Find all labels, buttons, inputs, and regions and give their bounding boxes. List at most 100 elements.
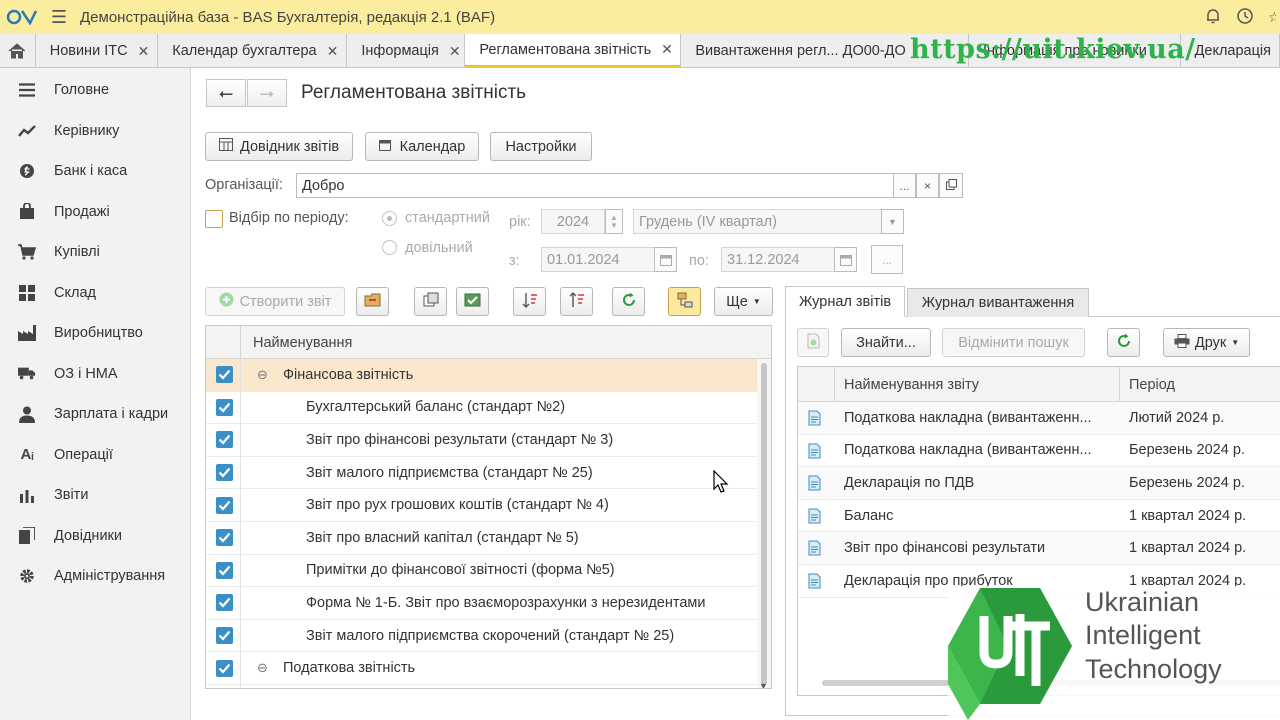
tree-row[interactable]: Бухгалтерський баланс (стандарт №2) (206, 392, 759, 425)
menu-lines-icon (18, 81, 36, 99)
to-date-input[interactable]: 31.12.2024 (721, 247, 835, 272)
org-clear-button[interactable]: × (916, 173, 939, 198)
to-label: по: (689, 253, 709, 269)
shopping-bag-icon (18, 203, 36, 221)
hamburger-menu-icon[interactable]: ☰ (44, 7, 74, 28)
history-icon[interactable] (1236, 7, 1254, 28)
tree-row[interactable]: Звіт про фінансові результати (стандарт … (206, 424, 759, 457)
tree-row[interactable]: Звіт про власний капітал (стандарт № 5) (206, 522, 759, 555)
from-date-input[interactable]: 01.01.2024 (541, 247, 655, 272)
column-header-period[interactable]: Період (1129, 377, 1175, 393)
journal-row[interactable]: Податкова накладна (вивантаженн... Березе… (798, 435, 1280, 468)
organization-input[interactable]: Добро (296, 173, 894, 198)
sidebar-item-admin[interactable]: Адміністрування (0, 556, 190, 597)
scrollbar-track[interactable]: ▼ (757, 359, 771, 688)
sidebar-item-purchases[interactable]: Купівлі (0, 232, 190, 273)
sidebar-item-assets[interactable]: ОЗ і НМА (0, 354, 190, 395)
calendar-button[interactable]: Календар (365, 132, 479, 161)
tree-row[interactable]: Декларація про прибуток (206, 685, 759, 688)
tab-report-journal[interactable]: Журнал звітів (785, 286, 905, 317)
settings-button[interactable]: Настройки (490, 132, 592, 161)
tree-row[interactable]: Звіт про рух грошових коштів (стандарт №… (206, 489, 759, 522)
org-select-button[interactable]: ... (893, 173, 916, 198)
truck-icon (18, 365, 36, 383)
journal-row[interactable]: Податкова накладна (вивантаженн... Лютий … (798, 402, 1280, 435)
sidebar-item-manager[interactable]: Керівнику (0, 111, 190, 152)
tab-calendar[interactable]: Календар бухгалтера ✕ (158, 34, 348, 67)
forward-button[interactable]: ⭢ (247, 79, 287, 107)
journal-refresh-button[interactable] (1107, 328, 1140, 357)
tree-group-row[interactable]: ⊖ Фінансова звітність (206, 359, 759, 392)
arbitrary-period-radio[interactable] (382, 240, 397, 255)
standard-period-radio[interactable] (382, 211, 397, 226)
calendar-icon[interactable] (834, 247, 857, 272)
journal-row-period: Березень 2024 р. (1129, 442, 1245, 459)
back-button[interactable]: ⭠ (206, 79, 246, 107)
sort-desc-button[interactable] (560, 287, 593, 316)
journal-row[interactable]: Звіт про фінансові результати 1 квартал 2… (798, 532, 1280, 565)
sidebar-item-warehouse[interactable]: Склад (0, 273, 190, 314)
person-icon (18, 405, 36, 423)
scrollbar-thumb[interactable] (761, 363, 767, 685)
sidebar-item-directories[interactable]: Довідники (0, 516, 190, 557)
tree-row[interactable]: Звіт малого підприємства скорочений (ста… (206, 620, 759, 653)
year-input[interactable]: 2024 (541, 209, 605, 234)
plus-circle-icon (219, 292, 234, 311)
tree-group-row[interactable]: ⊖ Податкова звітність (206, 652, 759, 685)
check-all-button[interactable] (456, 287, 489, 316)
arrow-right-icon: ⭢ (259, 82, 275, 103)
close-icon[interactable]: ✕ (327, 43, 339, 60)
close-icon[interactable]: ✕ (449, 43, 461, 60)
collapse-icon[interactable]: ⊖ (257, 367, 268, 383)
cancel-search-button[interactable]: Відмінити пошук (942, 328, 1085, 357)
journal-row[interactable]: Баланс 1 квартал 2024 р. (798, 500, 1280, 533)
tree-row[interactable]: Звіт малого підприємства (стандарт № 25) (206, 457, 759, 490)
sort-asc-button[interactable] (513, 287, 546, 316)
tab-export-journal[interactable]: Журнал вивантаження (907, 288, 1089, 317)
close-icon[interactable]: ✕ (661, 41, 673, 58)
report-directory-button[interactable]: Довідник звітів (205, 132, 353, 161)
chevron-down-icon[interactable]: ▼ (881, 209, 904, 234)
year-stepper[interactable]: ▲ ▼ (605, 209, 623, 234)
tab-info[interactable]: Інформація ✕ (347, 34, 466, 67)
find-button[interactable]: Знайти... (841, 328, 931, 357)
group-toggle-button[interactable] (668, 287, 701, 316)
period-more-button[interactable]: ... (871, 245, 903, 274)
more-menu-button[interactable]: Ще ▼ (714, 287, 773, 316)
new-doc-button[interactable] (797, 328, 829, 357)
refresh-button[interactable] (612, 287, 645, 316)
column-header-name[interactable]: Найменування (253, 335, 352, 351)
print-button[interactable]: Друк ▼ (1163, 328, 1250, 357)
sidebar-item-bank[interactable]: Банк і каса (0, 151, 190, 192)
tab-regulated-reporting[interactable]: Регламентована звітність ✕ (465, 34, 682, 67)
sidebar-item-production[interactable]: Виробництво (0, 313, 190, 354)
sidebar-item-main[interactable]: Головне (0, 70, 190, 111)
org-label: Організації: (205, 177, 283, 193)
more-icon[interactable]: ☆ (1268, 9, 1276, 26)
collapse-icon[interactable]: ⊖ (257, 660, 268, 676)
tree-row[interactable]: Примітки до фінансової звітності (форма … (206, 555, 759, 588)
month-select[interactable]: Грудень (IV квартал) (633, 209, 882, 234)
home-tab[interactable] (0, 34, 36, 67)
sidebar-item-sales[interactable]: Продажі (0, 192, 190, 233)
sidebar-item-payroll[interactable]: Зарплата і кадри (0, 394, 190, 435)
scroll-down-icon[interactable]: ▼ (759, 681, 768, 688)
tab-news[interactable]: Новини ІТС ✕ (36, 34, 159, 67)
period-filter-checkbox[interactable] (205, 210, 223, 228)
sidebar-item-operations[interactable]: Aᵢ Операції (0, 435, 190, 476)
folder-tree-icon (677, 292, 693, 312)
org-open-button[interactable] (939, 173, 963, 198)
calendar-icon[interactable] (654, 247, 677, 272)
column-header-report-name[interactable]: Найменування звіту (844, 377, 979, 393)
journal-row[interactable]: Декларація по ПДВ Березень 2024 р. (798, 467, 1280, 500)
bell-icon[interactable] (1204, 7, 1222, 28)
app-title: Демонстраційна база - BAS Бухгалтерія, р… (80, 8, 496, 26)
sidebar-item-reports[interactable]: Звіти (0, 475, 190, 516)
open-folder-button[interactable] (356, 287, 389, 316)
tree-row[interactable]: Форма № 1-Б. Звіт про взаєморозрахунки з… (206, 587, 759, 620)
close-icon[interactable]: ✕ (138, 43, 150, 60)
folder-icon (364, 292, 381, 311)
app-logo-icon[interactable] (0, 9, 44, 25)
copy-button[interactable] (414, 287, 447, 316)
create-report-button[interactable]: Створити звіт (205, 287, 345, 316)
